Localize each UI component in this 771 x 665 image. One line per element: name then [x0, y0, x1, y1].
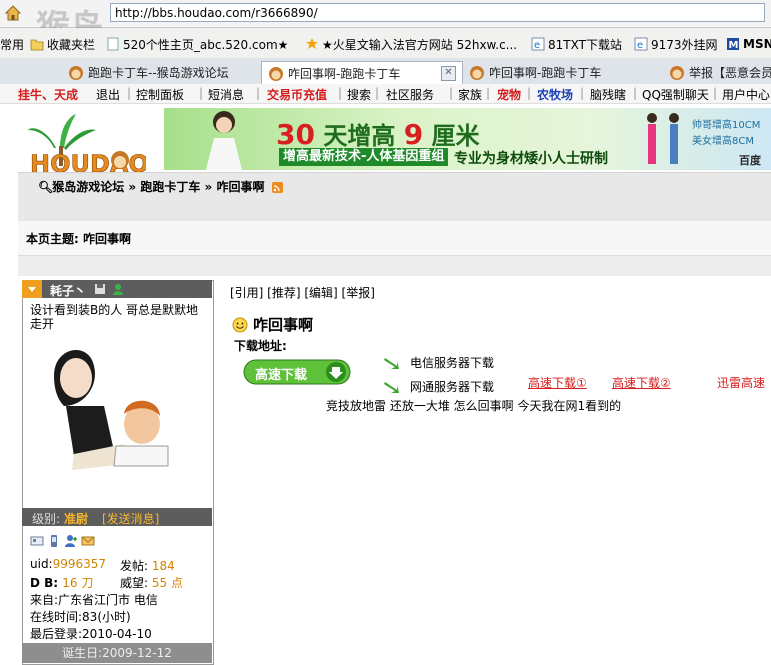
- nav-recharge[interactable]: 交易币充值: [267, 86, 327, 103]
- svg-text:e: e: [637, 40, 643, 51]
- page-topic: 本页主题: 咋回事啊: [26, 232, 132, 246]
- phone-icon[interactable]: [47, 534, 61, 548]
- stat-last-login: 最后登录:2010-04-10: [30, 627, 152, 641]
- avatar: [54, 349, 169, 470]
- stat-db: D B: 16 刀: [30, 576, 94, 590]
- svg-text:M: M: [729, 40, 739, 51]
- username[interactable]: 耗子丶: [50, 282, 86, 299]
- green-arrow-icon: [384, 381, 399, 393]
- level-value: 准尉: [64, 512, 89, 526]
- close-tab-icon[interactable]: ✕: [441, 66, 456, 81]
- nav-community[interactable]: 社区服务: [386, 86, 434, 103]
- fast-download-button[interactable]: 高速下载: [243, 359, 351, 385]
- folder-icon: [30, 39, 44, 51]
- nav-username[interactable]: 挂牛、天成: [18, 86, 78, 103]
- user-level-row: 级别: 准尉 [发送消息]: [22, 508, 212, 526]
- bookmark-520[interactable]: 520个性主页_abc.520.com★: [106, 35, 288, 53]
- breadcrumb-board[interactable]: 跑跑卡丁车: [140, 180, 200, 194]
- breadcrumb: 🔍︎ 猴岛游戏论坛 » 跑跑卡丁车 » 咋回事啊: [38, 178, 283, 195]
- banner-slogan: 专业为身材矮小人士研制: [454, 151, 608, 167]
- user-header: 耗子丶: [22, 280, 212, 298]
- star-icon: [306, 38, 318, 49]
- banner-side-text-2: 美女增高8CM: [692, 136, 754, 147]
- banner-side-text-1: 帅哥增高10CM: [692, 120, 761, 131]
- online-user-icon: [113, 284, 123, 295]
- post-title: 咋回事啊: [232, 314, 313, 335]
- banner-brand: 百度: [739, 154, 761, 167]
- site-nav: 挂牛、天成 退出 | 控制面板 | 短消息 | 交易币充值 | 搜索 | 社区服…: [0, 84, 771, 104]
- banner-model-image: [206, 111, 242, 170]
- ie-page-icon: e: [531, 37, 545, 51]
- rss-icon[interactable]: [271, 182, 283, 193]
- user-birthday: 诞生日:2009-12-12: [22, 643, 212, 663]
- banner-people-image: [647, 113, 679, 164]
- ie-page-icon: e: [634, 37, 648, 51]
- monkey-favicon-icon: [470, 65, 484, 80]
- nav-qq-chat[interactable]: QQ强制聊天: [642, 86, 709, 103]
- xunlei-download-link[interactable]: 迅雷高速: [717, 374, 765, 391]
- green-arrow-icon: [384, 357, 399, 369]
- magnifier-icon: 🔍︎: [38, 180, 54, 194]
- user-action-icons: [30, 534, 110, 550]
- nav-control-panel[interactable]: 控制面板: [136, 86, 184, 103]
- banner-strip: 增高最新技术-人体基因重组: [279, 148, 449, 166]
- tab-bar: 跑跑卡丁车--猴岛游戏论坛 咋回事啊-跑跑卡丁车 ✕ 咋回事啊-跑跑卡丁车 举报…: [0, 58, 771, 85]
- bookmark-page-icon: [107, 37, 119, 51]
- email-icon[interactable]: [81, 534, 95, 548]
- nav-logout[interactable]: 退出: [96, 86, 120, 103]
- breadcrumb-forum[interactable]: 猴岛游戏论坛: [52, 180, 124, 194]
- breadcrumb-thread[interactable]: 咋回事啊: [216, 180, 264, 194]
- msn-icon: M: [727, 38, 739, 51]
- bookmark-huoxingwen[interactable]: ★火星文输入法官方网站 52hxw.c...: [305, 35, 517, 53]
- nav-messages[interactable]: 短消息: [208, 86, 244, 103]
- nav-brain[interactable]: 脑残瞎: [590, 86, 626, 103]
- telecom-server-download[interactable]: 电信服务器下载: [383, 354, 494, 371]
- monkey-favicon-icon: [69, 65, 83, 80]
- bookmark-favorites-bar[interactable]: 收藏夹栏: [30, 35, 95, 53]
- nav-farm[interactable]: 农牧场: [537, 86, 573, 103]
- nav-search[interactable]: 搜索: [347, 86, 371, 103]
- section-divider: [18, 256, 771, 276]
- bookmark-9173[interactable]: e 9173外挂网: [634, 35, 718, 53]
- nav-family[interactable]: 家族: [458, 86, 482, 103]
- monkey-favicon-icon: [269, 66, 283, 81]
- stat-posts: 发帖: 184: [120, 559, 175, 573]
- level-label: 级别:: [32, 512, 61, 526]
- nav-pets[interactable]: 宠物: [497, 86, 521, 103]
- netcom-server-download[interactable]: 网通服务器下载: [383, 378, 494, 395]
- stat-prestige: 威望: 55 点: [120, 576, 183, 590]
- user-signature: 设计看到装B的人 哥总是默默地走开: [30, 303, 199, 331]
- fast-download-1-link[interactable]: 高速下载①: [528, 374, 587, 391]
- bookmark-msn[interactable]: M MSN.: [726, 35, 771, 53]
- post-actions[interactable]: [引用] [推荐] [编辑] [举报]: [230, 284, 375, 301]
- bookmarks-bar: 常用 收藏夹栏 520个性主页_abc.520.com★ ★火星文输入法官方网站…: [0, 28, 771, 59]
- banner-headline: 30 天增高 9 厘米: [276, 118, 480, 151]
- download-label: 下载地址:: [234, 339, 287, 353]
- send-message-link[interactable]: [发送消息]: [102, 510, 159, 527]
- home-icon[interactable]: [4, 4, 22, 22]
- tab-houdao-forum[interactable]: 跑跑卡丁车--猴岛游戏论坛: [62, 61, 257, 84]
- nav-user-center[interactable]: 用户中心: [722, 86, 770, 103]
- fast-download-2-link[interactable]: 高速下载②: [612, 374, 671, 391]
- houdao-logo[interactable]: HOUDAO: [26, 108, 146, 180]
- ad-banner[interactable]: 30 天增高 9 厘米 增高最新技术-人体基因重组 专业为身材矮小人士研制 帅哥…: [164, 108, 771, 170]
- tab-current-post[interactable]: 咋回事啊-跑跑卡丁车 ✕: [261, 61, 463, 85]
- url-field[interactable]: http://bbs.houdao.com/r3666890/: [110, 3, 765, 22]
- profile-card-icon[interactable]: [30, 534, 44, 548]
- chevron-down-icon[interactable]: [22, 280, 42, 298]
- monkey-favicon-icon: [670, 65, 684, 80]
- bookmark-81txt[interactable]: e 81TXT下载站: [531, 35, 622, 53]
- stat-online: 在线时间:83(小时): [30, 610, 131, 624]
- tab-post-duplicate[interactable]: 咋回事啊-跑跑卡丁车: [463, 61, 658, 84]
- bookmark-common[interactable]: 常用: [0, 35, 24, 53]
- tab-report[interactable]: 举报【恶意会员: [663, 61, 771, 84]
- svg-text:e: e: [534, 40, 540, 51]
- floppy-icon: [95, 284, 105, 294]
- add-friend-icon[interactable]: [64, 534, 78, 548]
- stat-uid: uid:9996357: [30, 557, 107, 571]
- smiley-icon: [232, 317, 248, 332]
- stat-from: 来自:广东省江门市 电信: [30, 593, 158, 607]
- post-body: 竞技放地雷 还放一大堆 怎么回事啊 今天我在网1看到的: [326, 399, 622, 413]
